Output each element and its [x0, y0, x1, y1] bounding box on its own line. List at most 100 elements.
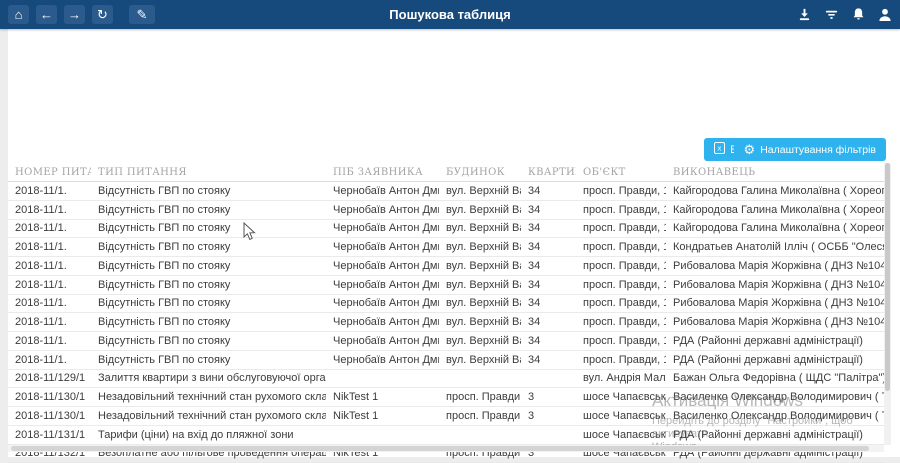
back-button[interactable]: ← [36, 5, 57, 24]
filter-settings-button[interactable]: ⚙ Налаштування фільтрів [734, 138, 886, 161]
table-cell: 2018-11/1. [8, 335, 91, 347]
table-row[interactable]: 2018-11/130/1Незадовільний технічний ста… [8, 388, 884, 407]
table-cell: 34 [521, 204, 576, 216]
table-cell: просп. Правди, 106 [576, 279, 666, 291]
table-cell: вул. Верхній Вал, 50а [439, 279, 521, 291]
table-cell: шосе Чапаєвське, 10 [576, 391, 666, 403]
user-icon [877, 7, 893, 23]
column-header[interactable]: НОМЕР ПИТАННЯ ↑ [8, 167, 91, 178]
table-cell: Залиття квартири з вини обслуговуючої ор… [91, 372, 326, 384]
table-cell: просп. Правди, 100 [439, 391, 521, 403]
forward-button[interactable]: → [64, 5, 85, 24]
horizontal-scrollbar-thumb[interactable] [11, 446, 869, 451]
refresh-button[interactable]: ↻ [92, 5, 113, 24]
table-cell: 2018-11/1. [8, 316, 91, 328]
table-row[interactable]: 2018-11/1.Відсутність ГВП по стоякуЧерно… [8, 201, 884, 220]
table-cell: Відсутність ГВП по стояку [91, 279, 326, 291]
arrow-right-icon: → [68, 8, 81, 21]
download-button[interactable] [795, 6, 813, 24]
table-row[interactable]: 2018-11/1.Відсутність ГВП по стоякуЧерно… [8, 332, 884, 351]
table-row[interactable]: 2018-11/130/1Незадовільний технічний ста… [8, 407, 884, 426]
table-cell: Василенко Олександр Володимирович ( ТОВ … [666, 410, 884, 422]
horizontal-scrollbar[interactable] [8, 445, 884, 452]
table-cell: просп. Правди, 106 [576, 335, 666, 347]
table-cell: просп. Правди, 106 [576, 204, 666, 216]
table-cell: 34 [521, 297, 576, 309]
table-cell: 2018-11/131/1 [8, 429, 91, 441]
table-cell: Чернобаїв Антон Дмитрович [326, 279, 439, 291]
table-row[interactable]: 2018-11/1.Відсутність ГВП по стоякуЧерно… [8, 238, 884, 257]
excel-file-icon: x [714, 142, 725, 157]
column-header[interactable]: ПІБ ЗАЯВНИКА [326, 167, 439, 178]
bell-icon [851, 7, 866, 22]
table-cell: Чернобаїв Антон Дмитрович [326, 241, 439, 253]
table-cell: просп. Правди, 106 [576, 185, 666, 197]
table-cell: Незадовільний технічний стан рухомого ск… [91, 391, 326, 403]
table-cell: Рибовалова Марія Жоржівна ( ДНЗ №104 ДП … [666, 279, 884, 291]
table-cell: просп. Правди, 106 [576, 316, 666, 328]
table-cell: Відсутність ГВП по стояку [91, 297, 326, 309]
table-cell: Рибовалова Марія Жоржівна ( ДНЗ №104 ДП … [666, 316, 884, 328]
table-cell: 2018-11/1. [8, 354, 91, 366]
table-cell: 2018-11/130/1 [8, 410, 91, 422]
column-header[interactable]: КВАРТИРА [521, 167, 576, 178]
table-cell: вул. Верхній Вал, 50а [439, 297, 521, 309]
table-cell: 2018-11/1. [8, 241, 91, 253]
column-header[interactable]: ТИП ПИТАННЯ [91, 167, 326, 178]
table-cell: 34 [521, 185, 576, 197]
vertical-scrollbar[interactable] [884, 163, 891, 445]
table-row[interactable]: 2018-11/1.Відсутність ГВП по стоякуЧерно… [8, 182, 884, 201]
table-cell: 2018-11/1. [8, 204, 91, 216]
table-cell: 3 [521, 410, 576, 422]
table-cell: Бажан Ольга Федорівна ( ЩДС "Палітра") [666, 372, 884, 384]
table-cell: Чернобаїв Антон Дмитрович [326, 316, 439, 328]
table-cell: Відсутність ГВП по стояку [91, 316, 326, 328]
gear-icon: ⚙ [744, 143, 756, 156]
column-header[interactable]: ОБ'ЄКТ [576, 167, 666, 178]
filter-button[interactable] [822, 6, 840, 24]
column-header[interactable]: БУДИНОК [439, 167, 521, 178]
table-cell: 34 [521, 316, 576, 328]
table-cell: вул. Верхній Вал, 50а [439, 335, 521, 347]
table-cell: просп. Правди, 106 [576, 260, 666, 272]
table-cell: Відсутність ГВП по стояку [91, 241, 326, 253]
home-button[interactable]: ⌂ [8, 5, 29, 24]
table-cell: Чернобаїв Антон Дмитрович [326, 222, 439, 234]
table-cell: Рибовалова Марія Жоржівна ( ДНЗ №104 ДП … [666, 297, 884, 309]
refresh-icon: ↻ [97, 8, 108, 21]
table-cell: вул. Верхній Вал, 50а [439, 354, 521, 366]
table-row[interactable]: 2018-11/1.Відсутність ГВП по стоякуЧерно… [8, 351, 884, 370]
table-cell: Чернобаїв Антон Дмитрович [326, 335, 439, 347]
account-button[interactable] [876, 6, 894, 24]
table-cell: Кондратьев Анатолій Ілліч ( ОСББ "Олеся … [666, 241, 884, 253]
table-row[interactable]: 2018-11/1.Відсутність ГВП по стоякуЧерно… [8, 295, 884, 314]
table-row[interactable]: 2018-11/1.Відсутність ГВП по стоякуЧерно… [8, 257, 884, 276]
pencil-icon: ✎ [137, 8, 148, 21]
table-cell: РДА (Районні державні адміністрації) [666, 354, 884, 366]
table-cell: вул. Верхній Вал, 50а [439, 204, 521, 216]
notifications-button[interactable] [849, 6, 867, 24]
table-cell: вул. Верхній Вал, 50а [439, 185, 521, 197]
column-header[interactable]: ВИКОНАВЕЦЬ [666, 167, 884, 178]
table-cell: Чернобаїв Антон Дмитрович [326, 297, 439, 309]
table-row[interactable]: 2018-11/1.Відсутність ГВП по стоякуЧерно… [8, 313, 884, 332]
table-row[interactable]: 2018-11/1.Відсутність ГВП по стоякуЧерно… [8, 220, 884, 239]
table-cell: РДА (Районні державні адміністрації) [666, 335, 884, 347]
table-row[interactable]: 2018-11/1.Відсутність ГВП по стоякуЧерно… [8, 276, 884, 295]
table-cell: вул. Верхній Вал, 50а [439, 241, 521, 253]
edit-button[interactable]: ✎ [129, 5, 155, 24]
top-navigation-bar: ⌂ ← → ↻ ✎ Пошукова таблиця [0, 0, 900, 29]
table-cell: Чернобаїв Антон Дмитрович [326, 260, 439, 272]
table-row[interactable]: 2018-11/131/1Тарифи (ціни) на вхід до пл… [8, 426, 884, 445]
table-cell: Незадовільний технічний стан рухомого ск… [91, 410, 326, 422]
table-cell: Кайгородова Галина Миколаївна ( Хореогра… [666, 222, 884, 234]
filter-icon [824, 7, 839, 22]
vertical-scrollbar-thumb[interactable] [885, 163, 890, 391]
table-cell: Рибовалова Марія Жоржівна ( ДНЗ №104 ДП … [666, 260, 884, 272]
table-cell: Василенко Олександр Володимирович ( ТОВ … [666, 391, 884, 403]
table-row[interactable]: 2018-11/129/1Залиття квартири з вини обс… [8, 370, 884, 389]
table-cell: 3 [521, 391, 576, 403]
table-cell: 34 [521, 335, 576, 347]
table-cell: Відсутність ГВП по стояку [91, 260, 326, 272]
table-cell: вул. Верхній Вал, 50а [439, 260, 521, 272]
